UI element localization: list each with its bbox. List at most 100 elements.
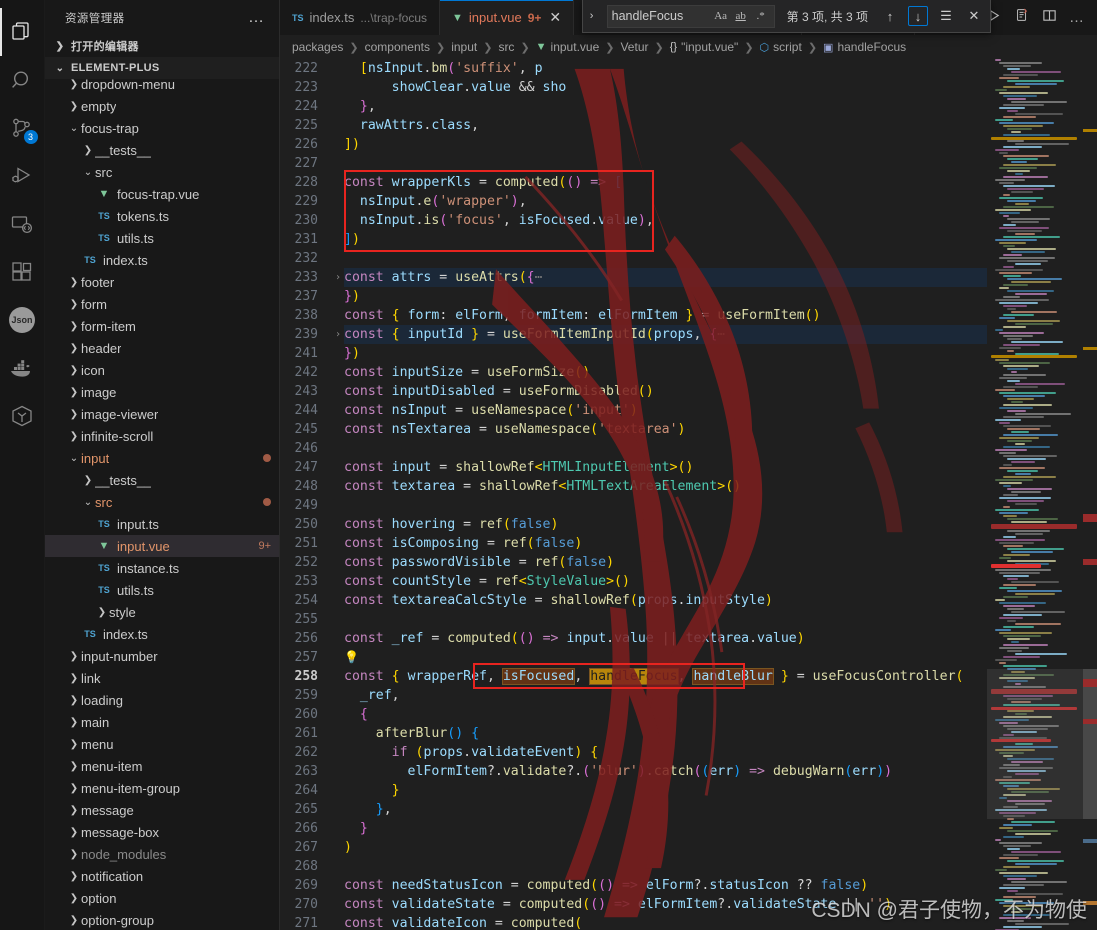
code-line-261[interactable]: 261 afterBlur() {	[280, 724, 987, 743]
code-line-228[interactable]: 228 const wrapperKls = computed(() => [	[280, 173, 987, 192]
tree-item--tests-[interactable]: ❯ __tests__	[45, 139, 279, 161]
code-line-260[interactable]: 260 {	[280, 705, 987, 724]
run-and-debug-icon[interactable]	[1014, 7, 1030, 28]
tree-item-focus-trap[interactable]: ⌄ focus-trap	[45, 117, 279, 139]
more-actions-icon[interactable]: …	[1069, 9, 1085, 26]
tree-item-input[interactable]: ⌄ input	[45, 447, 279, 469]
code-line-265[interactable]: 265 },	[280, 800, 987, 819]
breadcrumb-item-vetur[interactable]: Vetur	[620, 40, 648, 54]
regex-icon[interactable]: .*	[752, 7, 770, 25]
tree-item-image-viewer[interactable]: ❯ image-viewer	[45, 403, 279, 425]
activitybar-search[interactable]	[0, 56, 45, 104]
breadcrumb-item-src[interactable]: src	[498, 40, 514, 54]
match-case-icon[interactable]: Aa	[712, 7, 730, 25]
code-line-257[interactable]: 257 💡	[280, 648, 987, 667]
code-line-223[interactable]: 223 showClear.value && sho	[280, 78, 987, 97]
tree-item-tokens-ts[interactable]: TS tokens.ts	[45, 205, 279, 227]
find-close-button[interactable]: ✕	[964, 6, 984, 26]
code-line-229[interactable]: 229 nsInput.e('wrapper'),	[280, 192, 987, 211]
tree-item-icon[interactable]: ❯ icon	[45, 359, 279, 381]
tree-item-header[interactable]: ❯ header	[45, 337, 279, 359]
find-widget[interactable]: › handleFocus Aa ab .* 第 3 项, 共 3 项 ↑ ↓ …	[581, 0, 991, 33]
lightbulb-icon[interactable]: 💡	[344, 650, 359, 664]
code-line-259[interactable]: 259 _ref,	[280, 686, 987, 705]
tree-item-index-ts[interactable]: TS index.ts	[45, 623, 279, 645]
activitybar-run-and-debug[interactable]	[0, 152, 45, 200]
toggle-replace-icon[interactable]: ›	[585, 10, 599, 22]
editor-scrollbar-thumb[interactable]	[1083, 669, 1097, 819]
breadcrumb-item-input[interactable]: input	[451, 40, 477, 54]
tree-item-node-modules[interactable]: ❯ node_modules	[45, 843, 279, 865]
tree-item-option-group[interactable]: ❯ option-group	[45, 909, 279, 930]
tree-item-infinite-scroll[interactable]: ❯ infinite-scroll	[45, 425, 279, 447]
tree-item-form-item[interactable]: ❯ form-item	[45, 315, 279, 337]
tree-item-input-vue[interactable]: ▼ input.vue 9+	[45, 535, 279, 557]
code-line-225[interactable]: 225 rawAttrs.class,	[280, 116, 987, 135]
code-line-245[interactable]: 245 const nsTextarea = useNamespace('text…	[280, 420, 987, 439]
code-line-268[interactable]: 268	[280, 857, 987, 876]
explorer-more-icon[interactable]: …	[248, 9, 271, 27]
breadcrumb-item--input-vue-[interactable]: {} "input.vue"	[670, 40, 739, 54]
code-line-250[interactable]: 250 const hovering = ref(false)	[280, 515, 987, 534]
activitybar-explorer[interactable]	[0, 8, 45, 56]
tree-item-loading[interactable]: ❯ loading	[45, 689, 279, 711]
tab-close-icon[interactable]: ✕	[549, 9, 561, 26]
tree-item-message[interactable]: ❯ message	[45, 799, 279, 821]
code-line-252[interactable]: 252 const passwordVisible = ref(false)	[280, 553, 987, 572]
code-line-251[interactable]: 251 const isComposing = ref(false)	[280, 534, 987, 553]
code-line-264[interactable]: 264 }	[280, 781, 987, 800]
code-line-253[interactable]: 253 const countStyle = ref<StyleValue>()	[280, 572, 987, 591]
code-line-267[interactable]: 267)	[280, 838, 987, 857]
code-line-241[interactable]: 241})	[280, 344, 987, 363]
code-line-224[interactable]: 224 },	[280, 97, 987, 116]
workspace-root-section[interactable]: ⌄ ELEMENT-PLUS	[45, 57, 279, 79]
breadcrumb-item-packages[interactable]: packages	[292, 40, 343, 54]
tree-item-empty[interactable]: ❯ empty	[45, 95, 279, 117]
code-line-269[interactable]: 269 const needStatusIcon = computed(() =>…	[280, 876, 987, 895]
tree-item-main[interactable]: ❯ main	[45, 711, 279, 733]
tree-item-option[interactable]: ❯ option	[45, 887, 279, 909]
find-input[interactable]: handleFocus Aa ab .*	[606, 4, 775, 28]
code-line-242[interactable]: 242 const inputSize = useFormSize()	[280, 363, 987, 382]
tree-item-link[interactable]: ❯ link	[45, 667, 279, 689]
code-line-227[interactable]: 227	[280, 154, 987, 173]
activitybar-json-tools[interactable]: Json	[0, 296, 45, 344]
code-line-226[interactable]: 226])	[280, 135, 987, 154]
code-line-255[interactable]: 255	[280, 610, 987, 629]
minimap-slider[interactable]	[987, 669, 1083, 819]
code-line-243[interactable]: 243 const inputDisabled = useFormDisabled…	[280, 382, 987, 401]
whole-word-icon[interactable]: ab	[732, 7, 750, 25]
tree-item-image[interactable]: ❯ image	[45, 381, 279, 403]
code-line-254[interactable]: 254 const textareaCalcStyle = shallowRef(…	[280, 591, 987, 610]
tree-item-focus-trap-vue[interactable]: ▼ focus-trap.vue	[45, 183, 279, 205]
code-line-258[interactable]: 258 const { wrapperRef, isFocused, handle…	[280, 667, 987, 686]
tree-item-message-box[interactable]: ❯ message-box	[45, 821, 279, 843]
code-line-232[interactable]: 232	[280, 249, 987, 268]
minimap[interactable]	[987, 59, 1083, 930]
tree-item-utils-ts[interactable]: TS utils.ts	[45, 579, 279, 601]
tree-item--tests-[interactable]: ❯ __tests__	[45, 469, 279, 491]
tree-item-src[interactable]: ⌄ src	[45, 161, 279, 183]
breadcrumb-item-input-vue[interactable]: ▼ input.vue	[536, 40, 600, 54]
breadcrumb-item-handlefocus[interactable]: ▣ handleFocus	[823, 40, 906, 54]
tree-item-menu-item-group[interactable]: ❯ menu-item-group	[45, 777, 279, 799]
code-line-222[interactable]: 222 [nsInput.bm('suffix', p	[280, 59, 987, 78]
split-editor-icon[interactable]	[1042, 8, 1057, 28]
fold-chevron-icon[interactable]: ›	[332, 268, 344, 287]
tree-item-notification[interactable]: ❯ notification	[45, 865, 279, 887]
code-line-263[interactable]: 263 elFormItem?.validate?.('blur').catch…	[280, 762, 987, 781]
activitybar-remote-explorer[interactable]	[0, 200, 45, 248]
code-line-238[interactable]: 238 const { form: elForm, formItem: elFor…	[280, 306, 987, 325]
code-line-239[interactable]: 239 › const { inputId } = useFormItemInput…	[280, 325, 987, 344]
activitybar-docker[interactable]	[0, 344, 45, 392]
code-line-246[interactable]: 246	[280, 439, 987, 458]
open-editors-section[interactable]: ❯ 打开的编辑器	[45, 35, 279, 57]
find-next-button[interactable]: ↓	[908, 6, 928, 26]
code-line-256[interactable]: 256 const _ref = computed(() => input.val…	[280, 629, 987, 648]
code-line-266[interactable]: 266 }	[280, 819, 987, 838]
tree-item-input-ts[interactable]: TS input.ts	[45, 513, 279, 535]
tree-item-footer[interactable]: ❯ footer	[45, 271, 279, 293]
code-line-233[interactable]: 233 › const attrs = useAttrs({⋯	[280, 268, 987, 287]
code-line-231[interactable]: 231])	[280, 230, 987, 249]
tree-item-src[interactable]: ⌄ src	[45, 491, 279, 513]
